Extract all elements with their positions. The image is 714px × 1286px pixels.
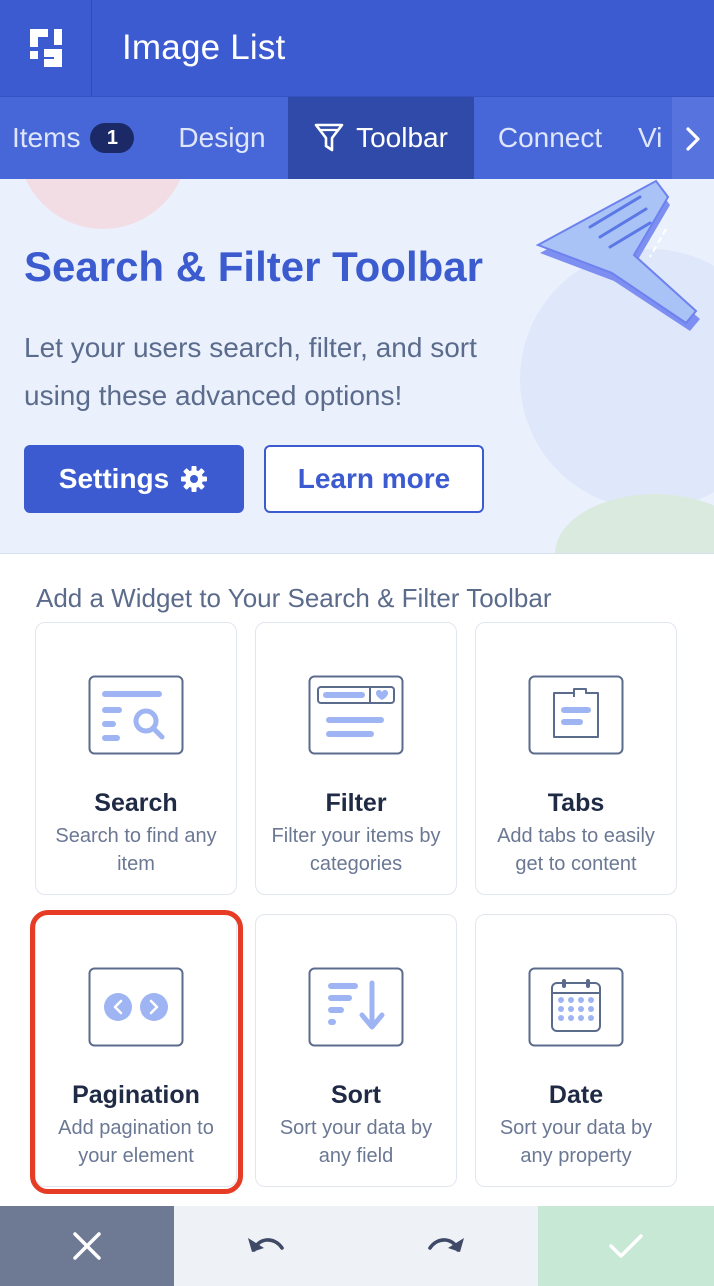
undo-button[interactable] [244, 1230, 286, 1263]
tab-more[interactable]: Vi [626, 97, 662, 179]
bottom-action-bar [0, 1206, 714, 1286]
hero-title: Search & Filter Toolbar [24, 243, 483, 290]
search-widget-card[interactable]: Search Search to find any item [35, 622, 237, 895]
tab-connect-label: Connect [497, 122, 603, 153]
funnel-illustration-icon [535, 179, 700, 331]
date-widget-title: Date [548, 1081, 604, 1109]
pagination-highlight-outline [30, 910, 243, 1194]
tabs-widget-card[interactable]: Tabs Add tabs to easily get to content [475, 622, 677, 895]
filter-widget-icon [308, 675, 404, 755]
tab-toolbar[interactable]: Toolbar [288, 97, 474, 179]
confirm-button[interactable] [538, 1206, 714, 1286]
sort-widget-title: Sort [331, 1081, 381, 1109]
date-widget-description: Sort your data by any property [499, 1117, 653, 1167]
items-count-badge: 1 [90, 123, 135, 153]
tab-items[interactable]: Items 1 [0, 97, 156, 179]
search-widget-description: Search to find any item [55, 825, 217, 875]
app-logo [0, 0, 92, 96]
app-logo-icon [29, 29, 62, 67]
decorative-blob [555, 494, 714, 553]
sort-widget-description: Sort your data by any field [279, 1117, 433, 1167]
tab-more-label: Vi [638, 122, 663, 153]
hero-description: Let your users search, filter, and sort … [24, 332, 477, 411]
tabs-scroll-right-button[interactable] [672, 97, 714, 179]
funnel-icon [314, 122, 344, 154]
filter-widget-card[interactable]: Filter Filter your items by categories [255, 622, 457, 895]
search-widget-title: Search [94, 789, 178, 817]
chevron-right-icon [686, 126, 700, 151]
close-icon [73, 1232, 101, 1260]
tabs-widget-title: Tabs [547, 789, 605, 817]
tab-connect[interactable]: Connect [474, 97, 626, 179]
learn-more-label: Learn more [297, 463, 451, 494]
calendar-widget-icon [528, 967, 624, 1047]
filter-widget-description: Filter your items by categories [271, 825, 441, 875]
checkmark-icon [609, 1234, 643, 1258]
undo-icon [248, 1237, 284, 1252]
date-widget-card[interactable]: Date Sort your data by any property [475, 914, 677, 1187]
widgets-section-title: Add a Widget to Your Search & Filter Too… [36, 583, 552, 613]
redo-icon [428, 1237, 464, 1252]
redo-button[interactable] [426, 1230, 468, 1263]
tab-items-label: Items [12, 122, 81, 153]
sort-widget-card[interactable]: Sort Sort your data by any field [255, 914, 457, 1187]
decorative-blob [18, 179, 188, 229]
settings-button-label: Settings [58, 463, 170, 494]
tab-toolbar-label: Toolbar [356, 122, 448, 153]
search-widget-icon [88, 675, 184, 755]
sort-widget-icon [308, 967, 404, 1047]
tab-design-label: Design [178, 122, 266, 153]
cancel-button[interactable] [0, 1206, 174, 1286]
tab-bar: Items 1 Design Toolbar Connect Vi [0, 96, 714, 179]
app-header: Image List [0, 0, 714, 96]
settings-button[interactable]: Settings [24, 445, 244, 513]
gear-icon [179, 464, 209, 494]
tabs-widget-description: Add tabs to easily get to content [497, 825, 655, 875]
app-title: Image List [122, 28, 286, 67]
tab-design[interactable]: Design [156, 97, 288, 179]
hero-banner: Search & Filter Toolbar Let your users s… [0, 179, 714, 554]
tabs-widget-icon [528, 675, 624, 755]
history-controls [174, 1206, 538, 1286]
filter-widget-title: Filter [325, 789, 387, 817]
learn-more-button[interactable]: Learn more [264, 445, 484, 513]
